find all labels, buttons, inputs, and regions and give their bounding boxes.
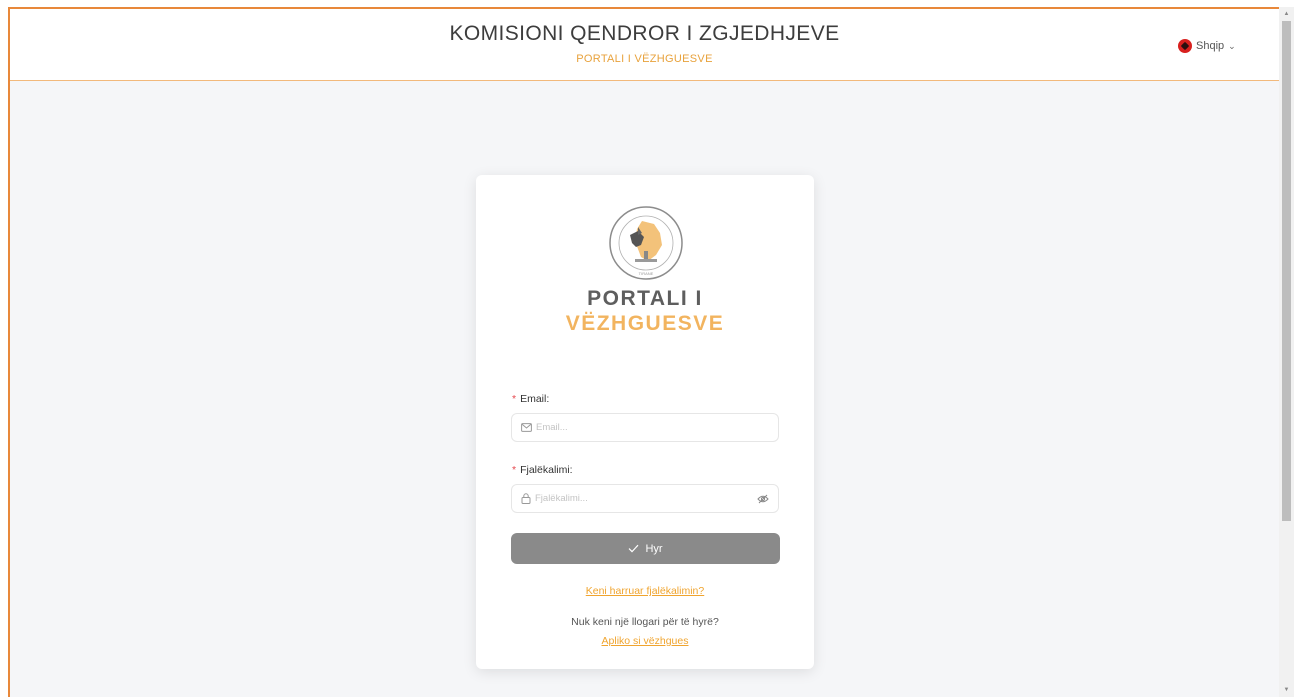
mail-icon — [521, 423, 532, 432]
login-card: TIRANE PORTALI I VËZHGUESVE *Email: *Fja… — [476, 175, 814, 669]
login-button[interactable]: Hyr — [511, 533, 780, 564]
page-header: KOMISIONI QENDROR I ZGJEDHJEVE PORTALI I… — [10, 9, 1279, 81]
eye-off-icon[interactable] — [757, 494, 769, 504]
no-account-text: Nuk keni një llogari për të hyrë? — [571, 616, 719, 628]
password-label: * Fjalëkalimi: — [512, 464, 573, 476]
apply-observer-link[interactable]: Apliko si vëzhgues — [476, 635, 814, 647]
check-icon — [629, 544, 639, 553]
required-marker: * — [512, 464, 517, 476]
password-field-wrapper[interactable] — [511, 484, 779, 513]
forgot-password-link[interactable]: Keni harruar fjalëkalimin? — [476, 585, 814, 597]
lock-icon — [521, 493, 531, 504]
kqz-seal-logo: TIRANE — [609, 206, 683, 280]
portal-title-line2: VËZHGUESVE — [565, 312, 725, 335]
svg-text:TIRANE: TIRANE — [639, 271, 654, 276]
required-marker: * — [512, 393, 517, 405]
language-selector[interactable]: Shqip ⌄ — [1178, 38, 1236, 54]
scrollbar-thumb[interactable] — [1282, 21, 1291, 521]
password-field[interactable] — [535, 493, 753, 504]
email-field-wrapper[interactable] — [511, 413, 779, 442]
email-label: * Email: — [512, 393, 549, 405]
albania-flag-icon — [1178, 39, 1192, 53]
chevron-down-icon: ⌄ — [1228, 40, 1236, 51]
scroll-up-arrow-icon[interactable]: ▲ — [1279, 9, 1294, 19]
org-title: KOMISIONI QENDROR I ZGJEDHJEVE — [449, 22, 840, 45]
org-subtitle: PORTALI I VËZHGUESVE — [576, 53, 713, 65]
login-button-label: Hyr — [645, 542, 663, 555]
vertical-scrollbar[interactable]: ▲ ▼ — [1279, 7, 1294, 697]
password-label-text: Fjalëkalimi: — [520, 464, 573, 476]
scroll-down-arrow-icon[interactable]: ▼ — [1279, 685, 1294, 695]
portal-title-line1: PORTALI I — [587, 287, 703, 310]
email-label-text: Email: — [520, 393, 550, 405]
browser-viewport: KOMISIONI QENDROR I ZGJEDHJEVE PORTALI I… — [8, 7, 1279, 697]
email-field[interactable] — [536, 422, 769, 433]
language-label: Shqip — [1196, 40, 1225, 52]
